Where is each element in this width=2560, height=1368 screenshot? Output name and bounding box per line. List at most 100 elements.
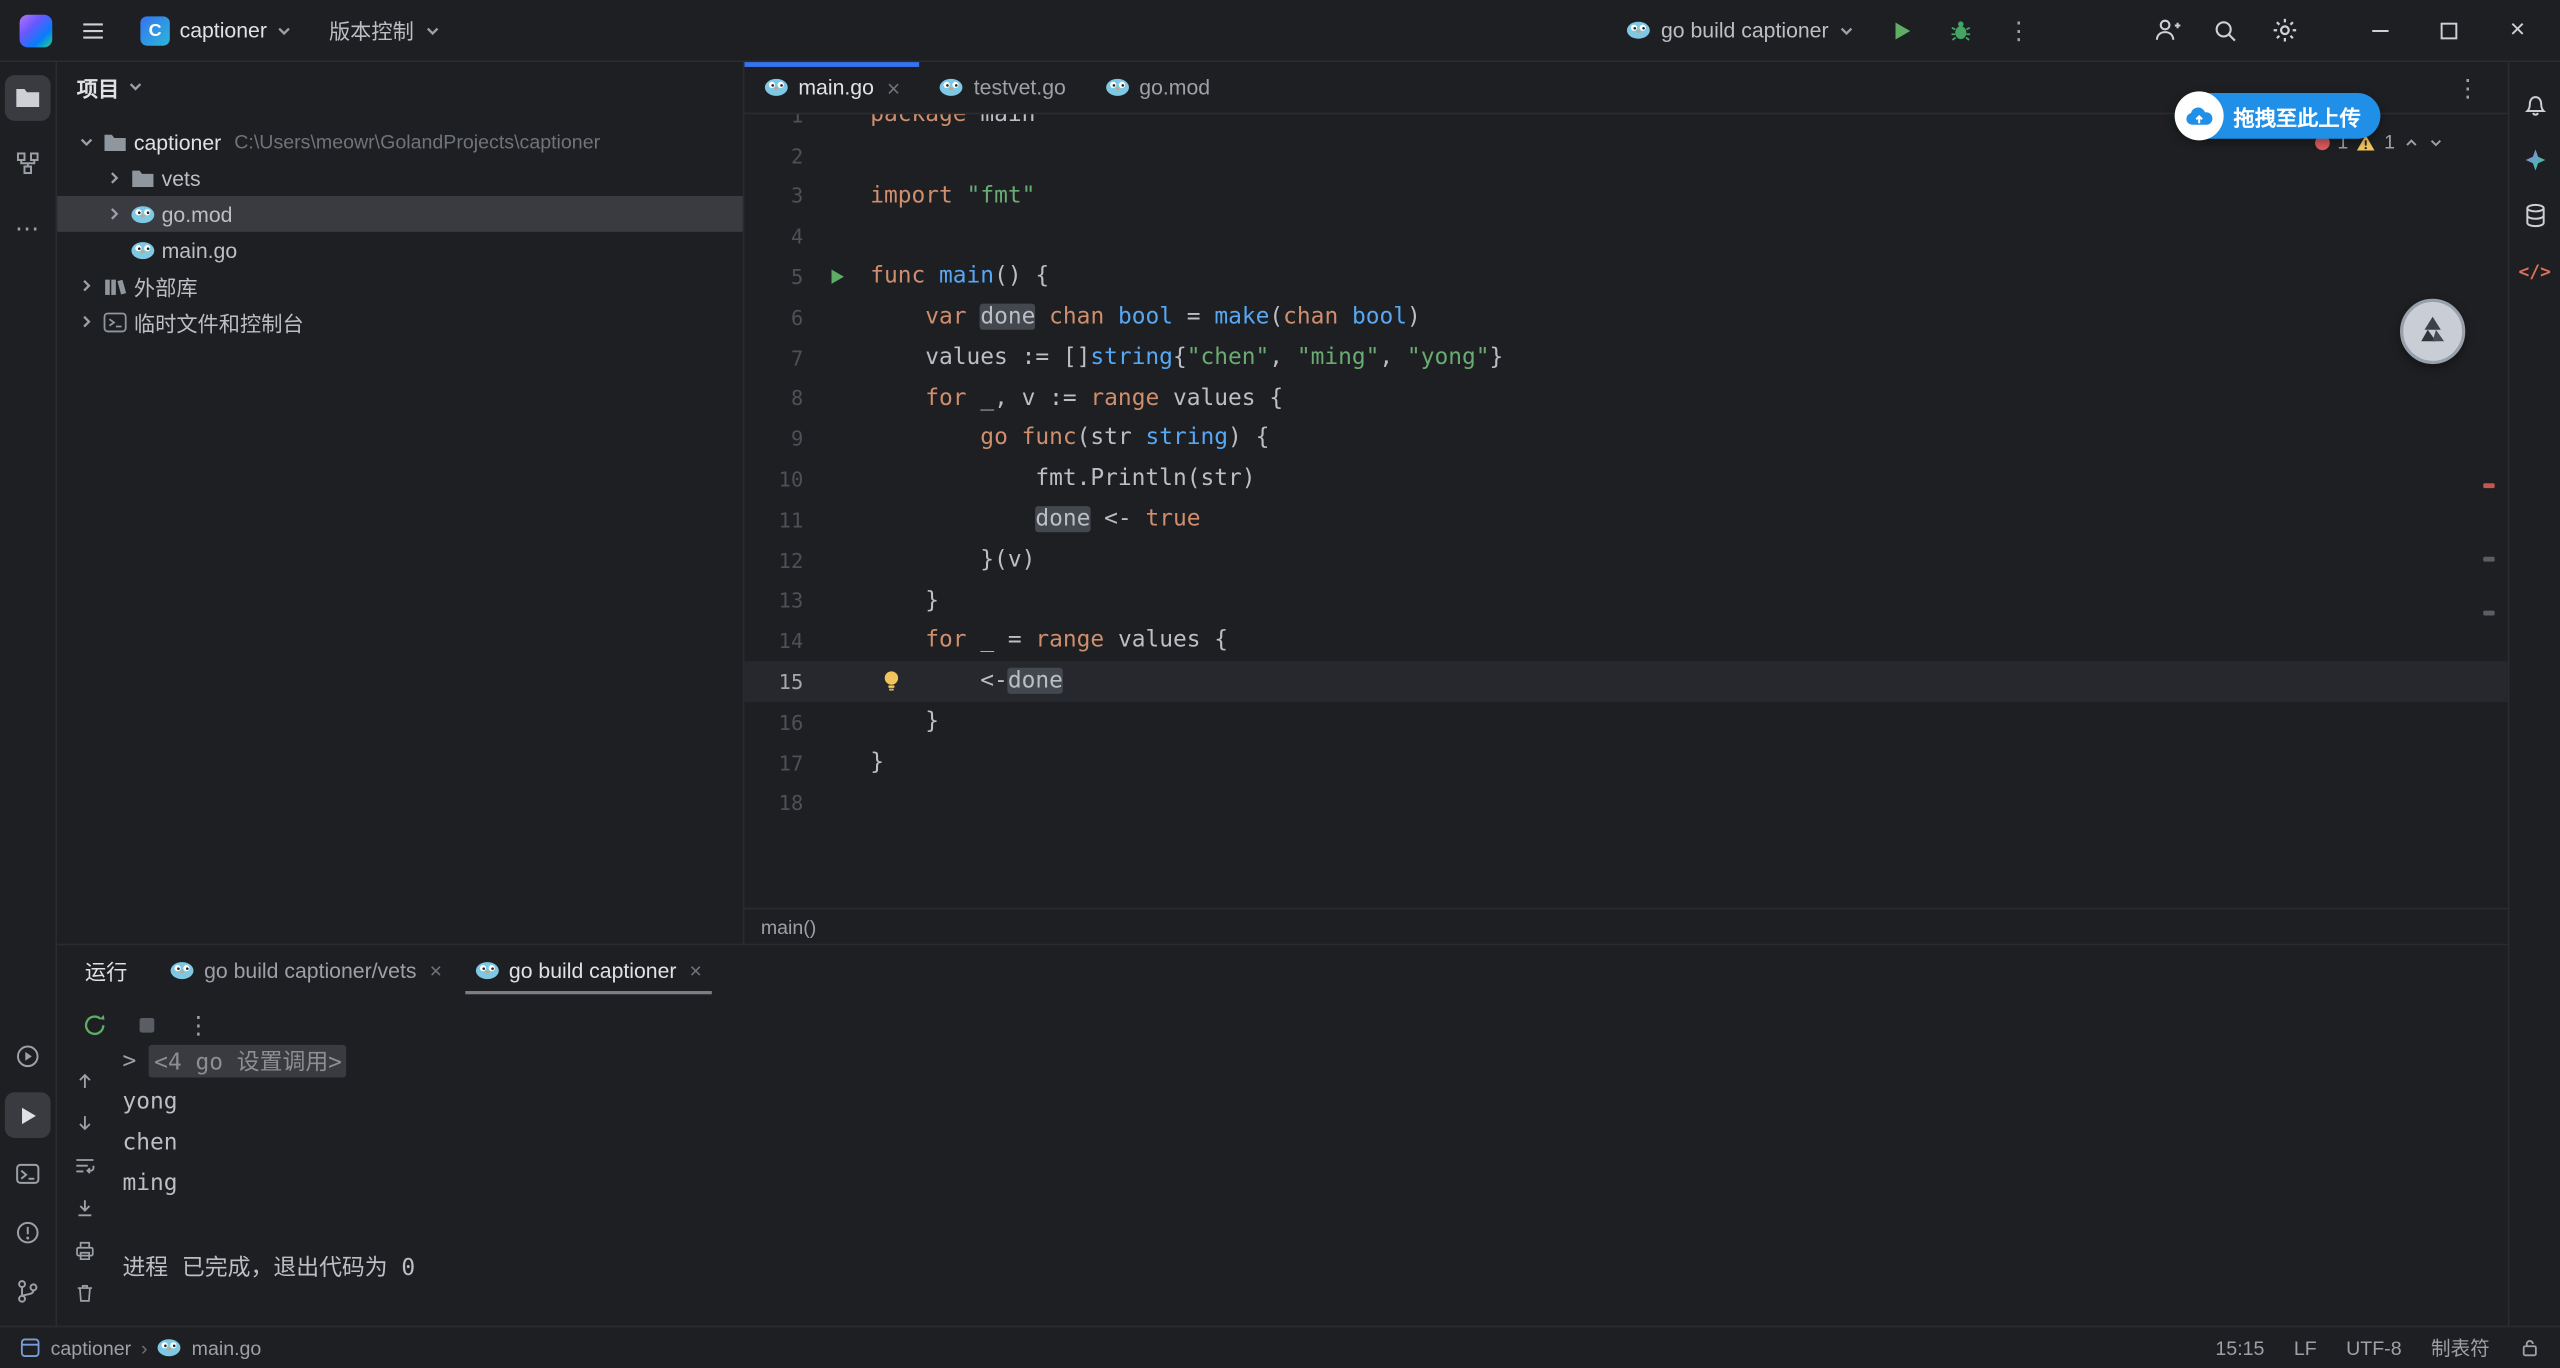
close-tab-icon[interactable]: ×: [430, 958, 442, 982]
tree-chevron-icon[interactable]: [101, 170, 127, 186]
console-line[interactable]: chen: [122, 1122, 2488, 1163]
chevron-up-icon[interactable]: [2403, 135, 2419, 150]
tree-item-外部库[interactable]: 外部库: [57, 268, 743, 304]
tree-item-临时文件和控制台[interactable]: 临时文件和控制台: [57, 304, 743, 340]
caret-position[interactable]: 15:15: [2215, 1336, 2264, 1359]
code-line[interactable]: 10 fmt.Println(str): [744, 459, 2507, 499]
intention-bulb-icon[interactable]: [882, 670, 902, 693]
tree-chevron-icon[interactable]: [73, 278, 99, 294]
window-maximize-button[interactable]: [2420, 6, 2479, 55]
scroll-to-end-button[interactable]: [70, 1193, 99, 1222]
project-tool-button[interactable]: [5, 75, 51, 121]
rerun-button[interactable]: [80, 1011, 109, 1040]
notifications-button[interactable]: [2512, 82, 2558, 128]
code-line[interactable]: 12 }(v): [744, 540, 2507, 580]
code-line[interactable]: 11 done <- true: [744, 500, 2507, 540]
tree-item-vets[interactable]: vets: [57, 160, 743, 196]
settings-button[interactable]: [2260, 6, 2309, 55]
console-line[interactable]: [122, 1204, 2488, 1245]
run-tool-button[interactable]: [5, 1092, 51, 1138]
scrollbar-mark[interactable]: [2483, 611, 2494, 616]
run-tab-go build captioner/vets[interactable]: go build captioner/vets×: [153, 945, 458, 994]
run-more-button[interactable]: ⋮: [184, 1011, 213, 1040]
tree-chevron-icon[interactable]: [73, 134, 99, 150]
window-minimize-button[interactable]: [2351, 6, 2410, 55]
code-line[interactable]: 5func main() {: [744, 257, 2507, 297]
code-line[interactable]: 9 go func(str string) {: [744, 419, 2507, 459]
code-line[interactable]: 6 var done chan bool = make(chan bool): [744, 297, 2507, 337]
floating-widget-logo[interactable]: [2400, 299, 2465, 364]
services-tool-button[interactable]: [5, 1033, 51, 1079]
down-stack-trace-button[interactable]: [70, 1109, 99, 1138]
console-line[interactable]: yong: [122, 1081, 2488, 1122]
soft-wrap-button[interactable]: [70, 1151, 99, 1180]
folded-command-chip[interactable]: <4 go 设置调用>: [149, 1044, 347, 1077]
terminal-tool-button[interactable]: [5, 1151, 51, 1197]
code-line[interactable]: 15 <-done: [744, 661, 2507, 701]
code-line[interactable]: 18: [744, 783, 2507, 823]
project-widget[interactable]: C captioner: [127, 9, 306, 51]
print-button[interactable]: [70, 1236, 99, 1265]
stop-button[interactable]: [132, 1011, 161, 1040]
upload-dropzone-button[interactable]: 拖拽至此上传: [2175, 93, 2381, 139]
close-tab-icon[interactable]: ×: [887, 74, 900, 100]
scrollbar-mark[interactable]: [2483, 557, 2494, 562]
tab-options-button[interactable]: ⋮: [2456, 62, 2482, 114]
run-panel-title[interactable]: 运行: [57, 954, 153, 985]
up-stack-trace-button[interactable]: [70, 1066, 99, 1095]
editor-tab-main.go[interactable]: main.go×: [744, 62, 919, 113]
tree-item-go.mod[interactable]: go.mod: [57, 196, 743, 232]
status-file[interactable]: main.go: [192, 1336, 262, 1359]
debug-button[interactable]: [1936, 6, 1985, 55]
scrollbar-error-mark[interactable]: [2483, 483, 2494, 488]
code-editor[interactable]: 1package main23import "fmt"45func main()…: [744, 114, 2507, 907]
run-button[interactable]: [1878, 6, 1927, 55]
code-line[interactable]: 7 values := []string{"chen", "ming", "yo…: [744, 338, 2507, 378]
tree-item-main.go[interactable]: main.go: [57, 232, 743, 268]
editor-tab-go.mod[interactable]: go.mod: [1085, 62, 1229, 113]
tree-chevron-icon[interactable]: [73, 313, 99, 329]
more-tool-windows-button[interactable]: ⋯: [5, 206, 51, 252]
vcs-widget[interactable]: 版本控制: [316, 8, 453, 52]
database-tool-button[interactable]: [2512, 193, 2558, 239]
breadcrumb[interactable]: main(): [761, 915, 817, 938]
code-line[interactable]: 16 }: [744, 702, 2507, 742]
code-line[interactable]: 2: [744, 135, 2507, 175]
git-tool-button[interactable]: [5, 1269, 51, 1315]
console-output[interactable]: > <4 go 设置调用> yongchenming 进程 已完成，退出代码为 0: [122, 1040, 2488, 1322]
problems-tool-button[interactable]: [5, 1210, 51, 1256]
chevron-down-icon[interactable]: [2428, 135, 2444, 150]
run-tab-go build captioner[interactable]: go build captioner×: [458, 945, 718, 994]
code-line[interactable]: 17}: [744, 742, 2507, 782]
file-encoding[interactable]: UTF-8: [2346, 1336, 2402, 1359]
ai-assistant-button[interactable]: [2512, 137, 2558, 183]
clear-console-button[interactable]: [70, 1278, 99, 1307]
close-tab-icon[interactable]: ×: [690, 958, 702, 982]
window-close-button[interactable]: ×: [2488, 6, 2547, 55]
indent-style[interactable]: 制表符: [2431, 1334, 2490, 1362]
run-line-icon[interactable]: [828, 268, 846, 286]
tree-item-captioner[interactable]: captionerC:\Users\meowr\GolandProjects\c…: [57, 124, 743, 160]
code-line[interactable]: 13 }: [744, 581, 2507, 621]
code-line[interactable]: 14 for _ = range values {: [744, 621, 2507, 661]
lock-icon[interactable]: [2519, 1337, 2540, 1358]
line-separator[interactable]: LF: [2294, 1336, 2317, 1359]
tree-chevron-icon[interactable]: [101, 206, 127, 222]
more-actions-button[interactable]: ⋮: [1995, 6, 2044, 55]
code-line[interactable]: 8 for _, v := range values {: [744, 378, 2507, 418]
console-line[interactable]: > <4 go 设置调用>: [122, 1040, 2488, 1081]
code-with-me-button[interactable]: [2142, 6, 2191, 55]
code-line[interactable]: 3import "fmt": [744, 176, 2507, 216]
main-menu-button[interactable]: [69, 6, 118, 55]
fold-expand-icon[interactable]: >: [122, 1047, 136, 1073]
search-everywhere-button[interactable]: [2201, 6, 2250, 55]
code-line[interactable]: 4: [744, 216, 2507, 256]
console-line[interactable]: 进程 已完成，退出代码为 0: [122, 1246, 2488, 1287]
run-configuration-selector[interactable]: go build captioner: [1614, 11, 1868, 49]
editor-tab-testvet.go[interactable]: testvet.go: [920, 62, 1086, 113]
status-breadcrumb[interactable]: captioner › main.go: [20, 1336, 262, 1359]
console-line[interactable]: ming: [122, 1163, 2488, 1204]
project-panel-header[interactable]: 项目: [57, 62, 743, 111]
endpoints-tool-button[interactable]: </>: [2512, 248, 2558, 294]
structure-tool-button[interactable]: [5, 140, 51, 186]
